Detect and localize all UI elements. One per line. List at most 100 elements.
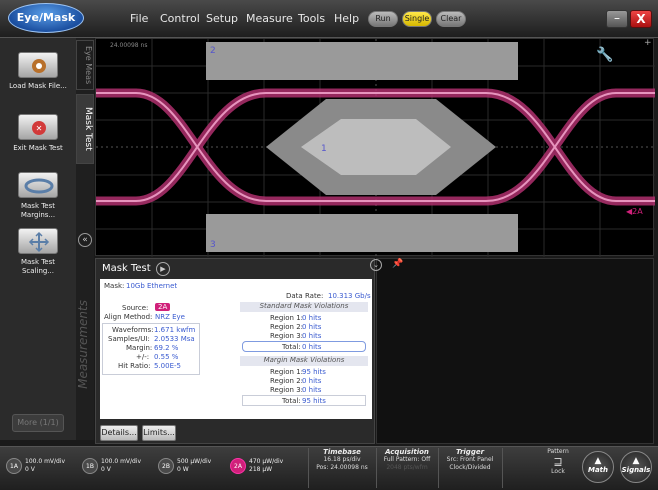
trigger-mode: Clock/Divided: [449, 464, 491, 471]
measurement-pane: [376, 258, 654, 444]
timebase-scale: 16.18 ps/div: [323, 456, 361, 463]
hit-ratio-value[interactable]: 5.00E-5: [154, 362, 181, 370]
std-total-value: 0 hits: [302, 343, 322, 351]
pin-icon[interactable]: 📌: [392, 259, 403, 269]
signals-label: Signals: [621, 466, 651, 474]
mask-region-3: [206, 214, 518, 252]
mask-margins-tool[interactable]: Mask Test Margins...: [6, 172, 70, 220]
single-button[interactable]: Single: [402, 11, 432, 27]
exit-mask-icon: ✕: [18, 114, 58, 140]
data-rate-value: 10.313 Gb/s: [328, 292, 371, 300]
mask-value[interactable]: 10Gb Ethernet: [126, 282, 177, 290]
samples-value: 2.0533 Msa: [154, 335, 195, 343]
align-method-label: Align Method:: [104, 313, 153, 321]
limits-button[interactable]: Limits...: [142, 425, 176, 441]
channel-2b-badge: 2B: [158, 458, 174, 474]
run-button[interactable]: Run: [368, 11, 398, 27]
menu-help[interactable]: Help: [334, 12, 359, 25]
lock-icon: ⊒: [553, 455, 563, 468]
details-button[interactable]: Details...: [100, 425, 138, 441]
trigger-block[interactable]: Trigger Src: Front Panel Clock/Divided: [440, 448, 500, 472]
waveforms-label: Waveforms:: [112, 326, 154, 334]
channel-marker[interactable]: ◀2A: [626, 207, 643, 216]
region-1-label: 1: [321, 144, 327, 154]
timebase-position: Pos: 24.00098 ns: [316, 464, 368, 471]
std-region-3-label: Region 3:: [270, 332, 304, 340]
measurements-label: Measurements: [76, 300, 90, 389]
mask-scaling-tool[interactable]: Mask Test Scaling...: [6, 228, 70, 276]
wrench-icon[interactable]: 🔧: [596, 47, 613, 63]
close-button[interactable]: X: [630, 10, 652, 28]
more-button[interactable]: More (1/1): [12, 414, 64, 432]
clear-button[interactable]: Clear: [436, 11, 466, 27]
mgn-region-2-value: 0 hits: [302, 377, 322, 385]
data-rate-label: Data Rate:: [286, 292, 324, 300]
tab-eye-meas[interactable]: Eye Meas: [76, 40, 94, 90]
standard-violations-header: Standard Mask Violations: [240, 302, 368, 312]
region-2-label: 2: [210, 46, 216, 56]
timebase-block[interactable]: Timebase 16.18 ps/div Pos: 24.00098 ns: [310, 448, 374, 472]
menu-setup[interactable]: Setup: [206, 12, 238, 25]
menu-measure[interactable]: Measure: [246, 12, 293, 25]
trigger-header: Trigger: [455, 448, 485, 456]
pattern-lock-block[interactable]: Pattern ⊒ Lock: [540, 448, 576, 476]
signals-button[interactable]: ▲ Signals: [620, 451, 652, 483]
menu-file[interactable]: File: [130, 12, 148, 25]
play-icon[interactable]: ▶: [156, 262, 170, 276]
menu-tools[interactable]: Tools: [298, 12, 325, 25]
load-mask-tool[interactable]: Load Mask File...: [6, 52, 70, 91]
exit-mask-tool[interactable]: ✕ Exit Mask Test: [6, 114, 70, 153]
app-logo-button[interactable]: Eye/Mask: [8, 3, 84, 33]
channel-2b-offset: 0 W: [177, 466, 189, 473]
mask-label: Mask:: [104, 282, 125, 290]
trigger-source: Src: Front Panel: [446, 456, 494, 463]
minimize-button[interactable]: –: [606, 10, 628, 28]
margin-value[interactable]: 69.2 %: [154, 344, 178, 352]
math-up-icon: ▲: [594, 456, 602, 466]
mask-scaling-label: Mask Test Scaling...: [20, 258, 56, 275]
signals-up-icon: ▲: [632, 456, 640, 466]
collapse-panel-button[interactable]: «: [78, 233, 92, 247]
channel-1a-badge: 1A: [6, 458, 22, 474]
std-region-1-label: Region 1:: [270, 314, 304, 322]
menu-control[interactable]: Control: [160, 12, 200, 25]
align-method-value[interactable]: NRZ Eye: [155, 313, 185, 321]
exit-mask-label: Exit Mask Test: [13, 144, 63, 152]
mgn-total-label: Total:: [282, 397, 301, 405]
tab-mask-test[interactable]: Mask Test: [76, 94, 94, 164]
channel-2a-scale: 470 μW/div: [249, 458, 284, 465]
eye-diagram-plot[interactable]: 2 1 3 24.00098 ns 🔧 ◀2A: [95, 38, 655, 257]
source-label: Source:: [122, 304, 149, 312]
margin-pm-label: +/-:: [136, 353, 150, 361]
load-mask-label: Load Mask File...: [9, 82, 67, 90]
margin-label: Margin:: [126, 344, 153, 352]
channel-2a-offset: 218 μW: [249, 466, 273, 473]
mask-test-title: Mask Test: [102, 263, 151, 274]
plus-icon[interactable]: +: [644, 38, 652, 48]
mask-test-body: Mask: 10Gb Ethernet Data Rate: 10.313 Gb…: [100, 279, 372, 419]
mgn-region-1-value: 95 hits: [302, 368, 326, 376]
source-badge[interactable]: 2A: [155, 303, 171, 311]
top-menu-bar: Eye/Mask File Control Setup Measure Tool…: [0, 0, 658, 38]
margin-violations-header: Margin Mask Violations: [240, 356, 368, 366]
acquisition-block[interactable]: Acquisition Full Pattern: Off 2048 pts/w…: [378, 448, 436, 472]
region-3-label: 3: [210, 240, 216, 250]
math-button[interactable]: ▲ Math: [582, 451, 614, 483]
svg-text:✕: ✕: [36, 124, 43, 133]
chevron-down-icon[interactable]: ⌄: [370, 259, 382, 271]
mask-test-panel: Mask Test ▶ Mask: 10Gb Ethernet Data Rat…: [95, 258, 375, 444]
channel-1b-offset: 0 V: [101, 466, 111, 473]
margin-pm-value: 0.55 %: [154, 353, 179, 361]
lock-label: Lock: [551, 468, 565, 475]
samples-label: Samples/UI:: [108, 335, 150, 343]
eye-diagram-svg: 2 1 3: [96, 39, 655, 257]
mask-margins-label: Mask Test Margins...: [20, 202, 56, 219]
acquisition-points: 2048 pts/wfm: [386, 464, 428, 471]
mgn-region-2-label: Region 2:: [270, 377, 304, 385]
mgn-region-3-label: Region 3:: [270, 386, 304, 394]
mask-margins-icon: [18, 172, 58, 198]
channel-1b-scale: 100.0 mV/div: [101, 458, 142, 465]
channel-1a-offset: 0 V: [25, 466, 35, 473]
std-region-2-label: Region 2:: [270, 323, 304, 331]
std-region-3-value: 0 hits: [302, 332, 322, 340]
